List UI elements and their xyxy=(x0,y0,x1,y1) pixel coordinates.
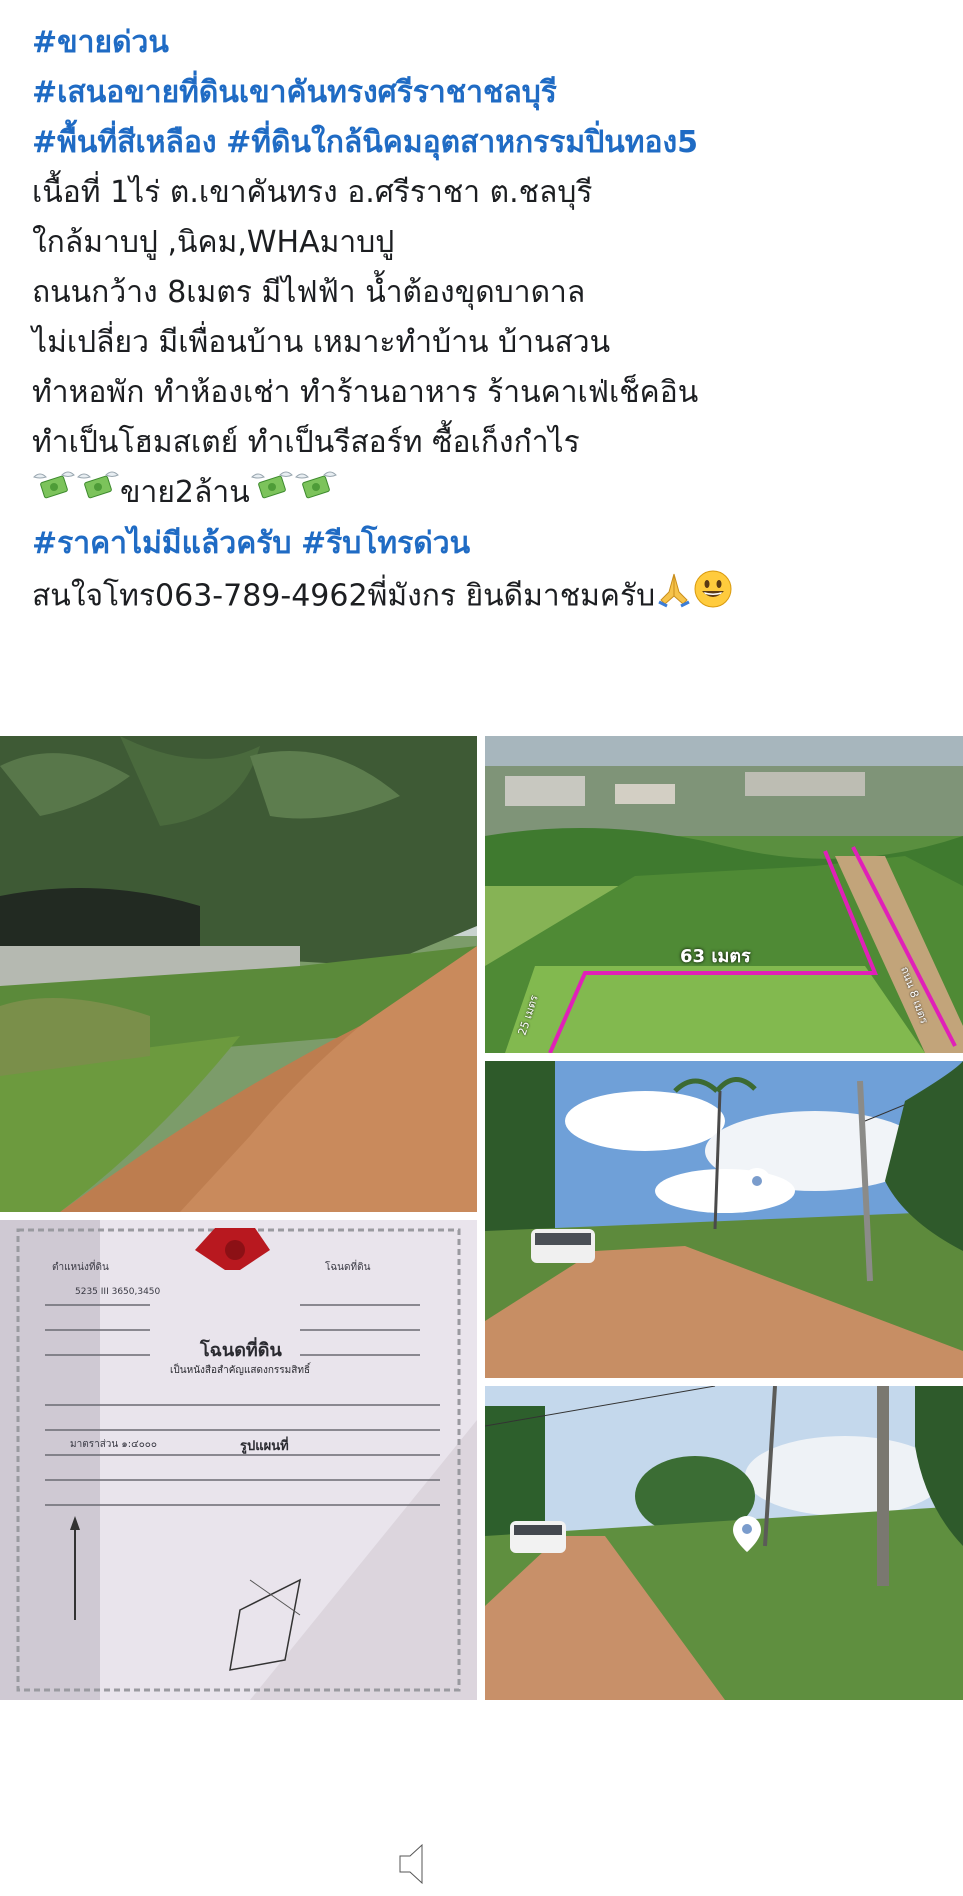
hashtag-offer-land[interactable]: #เสนอขายที่ดินเขาคันทรงศรีราชาชลบุรี xyxy=(32,75,557,110)
price-line: ขาย2ล้าน xyxy=(32,468,942,519)
money-with-wings-icon xyxy=(294,469,338,519)
price-text: ขาย2ล้าน xyxy=(120,475,250,510)
deed-plan-label: รูปแผนที่ xyxy=(240,1439,289,1454)
text-area: เนื้อที่ 1ไร่ ต.เขาคันทรง อ.ศรีราชา ต.ชล… xyxy=(32,175,593,210)
deed-sheet-number: 5235 III 3650,3450 xyxy=(75,1287,161,1297)
location-pin-icon[interactable] xyxy=(740,1166,774,1206)
deed-scale-label: มาตราส่วน ๑:๔๐๐๐ xyxy=(70,1439,158,1450)
money-with-wings-icon xyxy=(32,469,76,519)
hashtag-sell-urgent[interactable]: #ขายด่วน xyxy=(32,25,169,60)
hashtag-line: #เสนอขายที่ดินเขาคันทรงศรีราชาชลบุรี xyxy=(32,68,942,118)
money-with-wings-icon xyxy=(250,469,294,519)
hashtag-call-now[interactable]: #รีบโทรด่วน xyxy=(301,526,470,561)
road-photo-1[interactable] xyxy=(485,1061,963,1378)
hashtag-line: #ราคาไม่มีแล้วครับ #รีบโทรด่วน xyxy=(32,519,942,569)
title-deed-image xyxy=(0,1220,477,1700)
aerial-width-label: 63 เมตร xyxy=(680,946,751,967)
hashtag-line: #ขายด่วน xyxy=(32,18,942,68)
text-quiet: ไม่เปลี่ยว มีเพื่อนบ้าน เหมาะทำบ้าน บ้าน… xyxy=(32,325,611,360)
palm-road-image xyxy=(0,736,477,1212)
deed-land-no-label: โฉนดที่ดิน xyxy=(325,1262,371,1273)
deed-position-label: ตำแหน่งที่ดิน xyxy=(52,1262,109,1273)
deed-title: โฉนดที่ดิน xyxy=(200,1340,282,1361)
text-uses-1: ทำหอพัก ทำห้องเช่า ทำร้านอาหาร ร้านคาเฟ่… xyxy=(32,375,699,410)
contact-text: สนใจโทร063-789-4962พี่มังกร ยินดีมาชมครั… xyxy=(32,578,656,613)
speaker-muted-icon[interactable] xyxy=(392,1836,448,1892)
video-thumbnail-palm-road[interactable] xyxy=(0,736,477,1212)
aerial-land-image xyxy=(485,736,963,1053)
deed-subtitle: เป็นหนังสือสำคัญแสดงกรรมสิทธิ์ xyxy=(170,1365,311,1376)
contact-line: สนใจโทร063-789-4962พี่มังกร ยินดีมาชมครั… xyxy=(32,569,942,625)
photo-gallery: 63 เมตร 25 เมตร ถนน 8 เมตร ตำแหน่งที่ดิน… xyxy=(0,736,963,1885)
hashtag-no-price[interactable]: #ราคาไม่มีแล้วครับ xyxy=(32,526,291,561)
post-body: #ขายด่วน #เสนอขายที่ดินเขาคันทรงศรีราชาช… xyxy=(32,18,942,625)
hashtag-near-industrial[interactable]: #ที่ดินใกล้นิคมอุตสาหกรรมปิ่นทอง5 xyxy=(226,125,698,160)
money-with-wings-icon xyxy=(76,469,120,519)
text-near: ใกล้มาบปู ,นิคม,WHAมาบปู xyxy=(32,225,395,260)
hashtag-yellow-zone[interactable]: #พื้นที่สีเหลือง xyxy=(32,125,217,160)
road-photo-2[interactable] xyxy=(485,1386,963,1700)
folded-hands-icon xyxy=(655,570,693,624)
grinning-face-icon xyxy=(693,569,733,625)
title-deed-photo[interactable]: ตำแหน่งที่ดิน โฉนดที่ดิน 5235 III 3650,3… xyxy=(0,1220,477,1700)
hashtag-line: #พื้นที่สีเหลือง #ที่ดินใกล้นิคมอุตสาหกร… xyxy=(32,118,942,168)
location-pin-icon[interactable] xyxy=(730,1514,764,1554)
text-uses-2: ทำเป็นโฮมสเตย์ ทำเป็นรีสอร์ท ซื้อเก็งกำไ… xyxy=(32,425,580,460)
road-car-image xyxy=(485,1061,963,1378)
text-road: ถนนกว้าง 8เมตร มีไฟฟ้า น้ำต้องขุดบาดาล xyxy=(32,275,586,310)
road-car-image-2 xyxy=(485,1386,963,1700)
aerial-photo[interactable]: 63 เมตร 25 เมตร ถนน 8 เมตร xyxy=(485,736,963,1053)
